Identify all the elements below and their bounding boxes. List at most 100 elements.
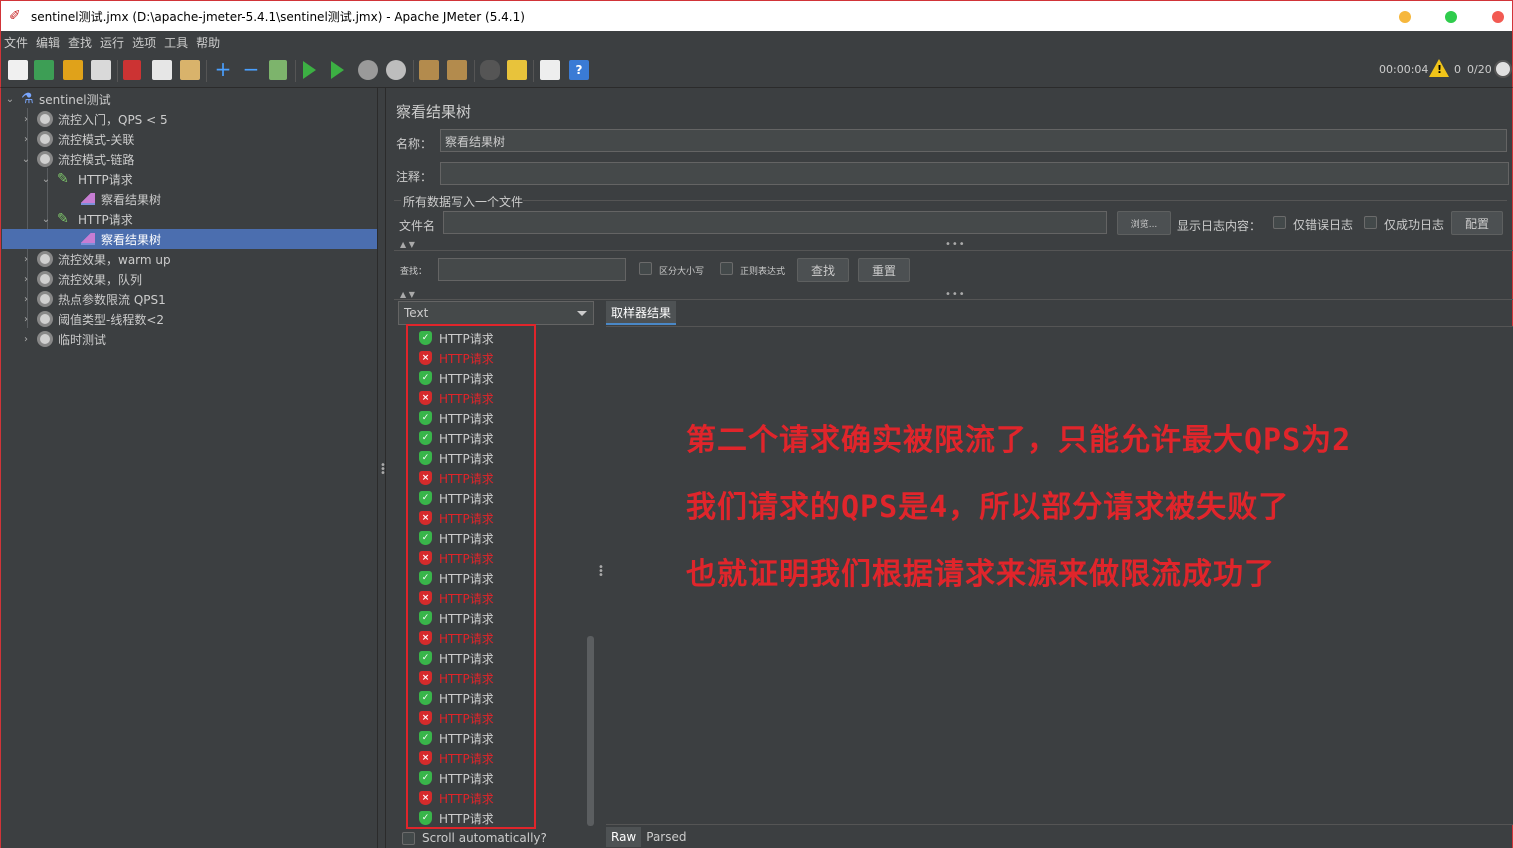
tree-item-temp-test[interactable]: › 临时测试	[21, 329, 106, 349]
save-icon[interactable]	[91, 60, 111, 80]
reset-button[interactable]: 重置	[858, 258, 910, 282]
chevron-right-icon[interactable]: ›	[21, 274, 31, 285]
start-icon[interactable]	[303, 61, 316, 79]
renderer-select[interactable]: Text	[398, 301, 594, 325]
tree-item-http-request-2[interactable]: ⌄ ✎ HTTP请求	[41, 209, 133, 229]
tree-item-label: HTTP请求	[78, 172, 133, 187]
configure-button[interactable]: 配置	[1451, 211, 1503, 235]
function-helper-icon[interactable]	[540, 60, 560, 80]
tree-item-queue[interactable]: › 流控效果，队列	[21, 269, 142, 289]
clear-all-icon[interactable]	[447, 60, 467, 80]
tab-parsed[interactable]: Parsed	[641, 827, 691, 847]
menu-help[interactable]: 帮助	[196, 34, 220, 51]
help-icon[interactable]: ?	[569, 60, 589, 80]
tree-item-flow-relate[interactable]: › 流控模式-关联	[21, 129, 134, 149]
collapse-arrows-icon[interactable]: ▲ ▼	[400, 290, 415, 299]
elapsed-time: 00:00:04	[1379, 63, 1429, 76]
tree-item-warmup[interactable]: › 流控效果，warm up	[21, 249, 171, 269]
menu-file[interactable]: 文件	[4, 34, 28, 51]
menu-options[interactable]: 选项	[132, 34, 156, 51]
view-mode-tabs: Raw Parsed	[606, 824, 1513, 848]
split-divider[interactable]: • • •	[377, 88, 386, 848]
menu-run[interactable]: 运行	[100, 34, 124, 51]
result-split-handle[interactable]: • • •	[597, 301, 605, 848]
chevron-down-icon[interactable]: ⌄	[41, 214, 51, 225]
name-field[interactable]: 察看结果树	[440, 129, 1507, 152]
cut-icon[interactable]	[123, 60, 141, 80]
copy-icon[interactable]	[152, 60, 172, 80]
sampler-result-body: 第二个请求确实被限流了，只能允许最大QPS为2 我们请求的QPS是4，所以部分请…	[606, 326, 1513, 824]
open-icon[interactable]	[63, 60, 83, 80]
tree-root-label: sentinel测试	[39, 92, 111, 107]
scroll-auto-label: Scroll automatically?	[422, 831, 547, 845]
collapse-arrows-icon[interactable]: ▲ ▼	[400, 240, 415, 249]
tree-root[interactable]: ⌄ ⚗ sentinel测试	[5, 89, 111, 109]
success-only-label: 仅成功日志	[1384, 218, 1445, 232]
tree-item-label: 察看结果树	[101, 232, 162, 247]
tree-item-label: 流控模式-链路	[58, 152, 135, 167]
comment-field[interactable]	[440, 162, 1509, 185]
drag-handle-icon[interactable]: •••	[945, 239, 966, 250]
collapse-icon[interactable]: −	[241, 59, 261, 80]
scroll-auto-checkbox[interactable]	[402, 831, 415, 845]
browse-button[interactable]: 浏览...	[1117, 211, 1171, 235]
chevron-right-icon[interactable]: ›	[21, 334, 31, 345]
success-only-checkbox[interactable]	[1364, 216, 1377, 229]
maximize-button[interactable]	[1445, 11, 1457, 23]
filename-field[interactable]	[443, 211, 1107, 234]
regex-label: 正则表达式	[740, 267, 786, 277]
regex-checkbox[interactable]	[720, 262, 733, 275]
chevron-right-icon[interactable]: ›	[21, 314, 31, 325]
minimize-button[interactable]	[1399, 11, 1411, 23]
tree-item-view-results-2[interactable]: 察看结果树	[2, 229, 377, 249]
templates-icon[interactable]	[34, 60, 54, 80]
find-button[interactable]: 查找	[797, 258, 849, 282]
chevron-down-icon[interactable]: ⌄	[21, 154, 31, 165]
errors-only-checkbox[interactable]	[1273, 216, 1286, 229]
chevron-right-icon[interactable]: ›	[21, 134, 31, 145]
menu-edit[interactable]: 编辑	[36, 34, 60, 51]
tree-item-label: 流控模式-关联	[58, 132, 135, 147]
scroll-auto-option[interactable]: Scroll automatically?	[402, 831, 547, 845]
renderer-select-value: Text	[404, 306, 429, 320]
shutdown-icon[interactable]	[386, 60, 406, 80]
tab-raw[interactable]: Raw	[606, 826, 642, 847]
listener-chart-icon	[81, 193, 95, 205]
results-scrollbar[interactable]	[587, 636, 594, 826]
chevron-right-icon[interactable]: ›	[21, 254, 31, 265]
expand-icon[interactable]: +	[213, 59, 233, 80]
stop-icon[interactable]	[358, 60, 378, 80]
toggle-icon[interactable]	[269, 60, 287, 80]
filename-label: 文件名	[399, 219, 436, 233]
drag-handle-icon[interactable]: •••	[598, 563, 604, 581]
chevron-down-icon[interactable]: ⌄	[5, 94, 15, 105]
chevron-right-icon[interactable]: ›	[21, 114, 31, 125]
close-button[interactable]	[1492, 11, 1504, 23]
page-title: 察看结果树	[396, 103, 472, 121]
clear-icon[interactable]	[419, 60, 439, 80]
tree-item-flow-intro[interactable]: › 流控入门，QPS < 5	[21, 109, 168, 129]
new-icon[interactable]	[8, 60, 28, 80]
menu-tools[interactable]: 工具	[164, 34, 188, 51]
tab-sampler-result[interactable]: 取样器结果	[606, 301, 677, 325]
start-no-pause-icon[interactable]	[331, 61, 344, 79]
tree-item-view-results-1[interactable]: 察看结果树	[81, 189, 161, 209]
chevron-down-icon[interactable]: ⌄	[41, 174, 51, 185]
search-icon[interactable]	[480, 60, 500, 80]
case-sensitive-label: 区分大小写	[659, 267, 705, 277]
tree-item-http-request-1[interactable]: ⌄ ✎ HTTP请求	[41, 169, 133, 189]
paste-icon[interactable]	[180, 60, 200, 80]
tree-item-thread-threshold[interactable]: › 阈值类型-线程数<2	[21, 309, 164, 329]
comment-label: 注释：	[396, 170, 433, 184]
chevron-right-icon[interactable]: ›	[21, 294, 31, 305]
thread-group-gear-icon	[37, 311, 53, 327]
tree-item-flow-chain[interactable]: ⌄ 流控模式-链路	[21, 149, 134, 169]
case-sensitive-checkbox[interactable]	[639, 262, 652, 275]
warning-icon[interactable]	[1429, 59, 1449, 77]
tree-item-hotspot[interactable]: › 热点参数限流 QPS1	[21, 289, 166, 309]
search-input[interactable]	[438, 258, 626, 281]
thread-group-gear-icon	[37, 331, 53, 347]
menu-search[interactable]: 查找	[68, 34, 92, 51]
reset-search-icon[interactable]	[507, 60, 527, 80]
remote-engine-icon[interactable]	[1494, 60, 1512, 78]
